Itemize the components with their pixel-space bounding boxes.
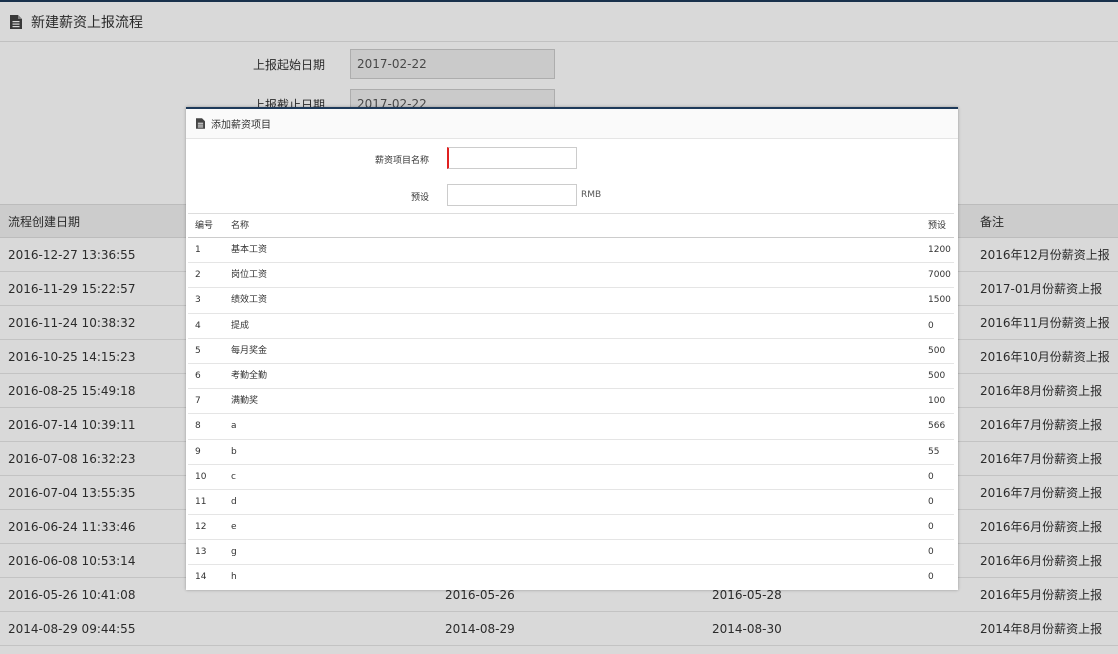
salary-item-row[interactable]: 6 考勤全勤 500: [188, 364, 954, 390]
salary-item-row[interactable]: 4 提成 0: [188, 314, 954, 339]
item-name-input[interactable]: [447, 147, 577, 169]
cell-number: 3: [195, 295, 201, 306]
salary-item-row[interactable]: 12 e 0: [188, 515, 954, 541]
cell-number: 6: [195, 370, 201, 381]
cell-name: 每月奖金: [231, 345, 268, 356]
cell-number: 1: [195, 245, 201, 255]
cell-name: 满勤奖: [231, 396, 259, 407]
cell-name: g: [231, 547, 237, 558]
preset-label: 预设: [410, 193, 429, 203]
cell-preset: 0: [928, 547, 934, 558]
cell-preset: 0: [928, 522, 934, 533]
cell-name: 绩效工资: [231, 295, 268, 306]
cell-name: b: [231, 446, 237, 457]
salary-item-row[interactable]: 7 满勤奖 100: [188, 389, 954, 415]
cell-name: 提成: [231, 320, 250, 331]
cell-number: 12: [195, 522, 207, 533]
column-name: 名称: [231, 221, 250, 231]
salary-item-row[interactable]: 5 每月奖金 500: [188, 339, 954, 364]
cell-preset: 0: [928, 471, 934, 482]
cell-name: a: [231, 421, 237, 432]
salary-item-row[interactable]: 1 基本工资 1200: [188, 238, 954, 264]
cell-preset: 500: [928, 370, 946, 381]
cell-preset: 566: [928, 421, 946, 432]
salary-items-table: 编号 名称 预设 1 基本工资 1200 2 岗位工资 7000 3 绩效工资 1500 4 提成 0…: [188, 213, 954, 590]
salary-item-row[interactable]: 13 g 0: [188, 540, 954, 566]
cell-number: 11: [195, 496, 207, 507]
cell-preset: 7000: [928, 270, 951, 281]
preset-input[interactable]: [447, 184, 577, 206]
salary-item-row[interactable]: 3 绩效工资 1500: [188, 288, 954, 314]
cell-preset: 0: [928, 572, 934, 583]
item-name-label: 薪资项目名称: [374, 156, 429, 166]
salary-item-row[interactable]: 2 岗位工资 7000: [188, 263, 954, 289]
cell-name: d: [231, 496, 237, 507]
cell-number: 9: [195, 446, 201, 457]
salary-item-row[interactable]: 8 a 566: [188, 414, 954, 440]
cell-name: e: [231, 522, 237, 533]
cell-number: 2: [195, 270, 201, 281]
cell-preset: 0: [928, 320, 934, 331]
cell-preset: 1500: [928, 295, 951, 306]
cell-number: 13: [195, 547, 207, 558]
cell-preset: 1200: [928, 245, 951, 255]
document-icon: [196, 118, 205, 129]
salary-item-row[interactable]: 14 h 0: [188, 565, 954, 590]
add-salary-item-dialog: 添加薪资项目 薪资项目名称 预设 RMB 编号 名称 预设 1 基本工资 1200 2…: [186, 107, 958, 590]
cell-preset: 500: [928, 345, 946, 356]
cell-number: 14: [195, 572, 207, 583]
dialog-header: 添加薪资项目: [186, 109, 958, 139]
cell-preset: 100: [928, 396, 946, 407]
cell-name: h: [231, 572, 237, 583]
cell-number: 7: [195, 396, 201, 407]
column-number: 编号: [195, 221, 214, 231]
cell-name: c: [231, 471, 236, 482]
currency-unit: RMB: [581, 190, 602, 200]
cell-name: 考勤全勤: [231, 370, 268, 381]
cell-name: 基本工资: [231, 245, 268, 255]
cell-name: 岗位工资: [231, 270, 268, 281]
salary-item-row[interactable]: 9 b 55: [188, 440, 954, 465]
cell-preset: 55: [928, 446, 940, 457]
cell-number: 10: [195, 471, 207, 482]
salary-items-header: 编号 名称 预设: [188, 213, 954, 238]
column-preset: 预设: [928, 221, 947, 231]
cell-number: 5: [195, 345, 201, 356]
cell-number: 4: [195, 320, 201, 331]
cell-preset: 0: [928, 496, 934, 507]
salary-item-row[interactable]: 11 d 0: [188, 490, 954, 516]
salary-item-row[interactable]: 10 c 0: [188, 465, 954, 490]
dialog-title: 添加薪资项目: [211, 120, 271, 131]
cell-number: 8: [195, 421, 201, 432]
